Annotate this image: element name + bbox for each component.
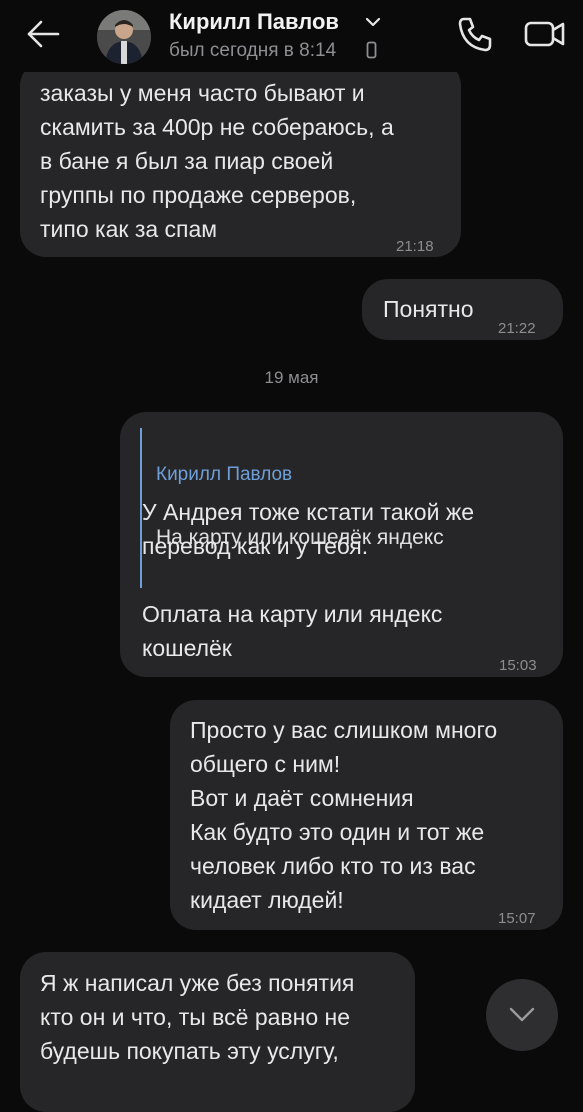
call-button[interactable] xyxy=(455,14,495,54)
message-bubble-outgoing-reply[interactable]: Кирилл Павлов На карту или кошелёк яндек… xyxy=(120,412,563,677)
date-separator: 19 мая xyxy=(264,368,319,387)
avatar-photo-icon xyxy=(97,10,151,64)
scroll-to-bottom-button[interactable] xyxy=(486,979,558,1051)
contact-name[interactable]: Кирилл Павлов xyxy=(169,9,339,35)
message-time: 15:03 xyxy=(499,657,537,674)
message-bubble-incoming[interactable]: заказы у меня часто бывают и скамить за … xyxy=(20,60,461,257)
reply-author: Кирилл Павлов xyxy=(156,464,293,485)
message-bubble-incoming[interactable]: Я ж написал уже без понятия кто он и что… xyxy=(20,952,415,1112)
arrow-left-icon xyxy=(27,20,60,48)
chevron-down-icon[interactable] xyxy=(365,16,381,28)
phone-icon xyxy=(458,17,492,52)
video-call-button[interactable] xyxy=(523,16,567,52)
message-text: Я ж написал уже без понятия кто он и что… xyxy=(40,970,355,1064)
message-time: 21:18 xyxy=(396,238,434,255)
back-button[interactable] xyxy=(24,16,64,52)
avatar[interactable] xyxy=(97,10,151,64)
message-text: заказы у меня часто бывают и скамить за … xyxy=(40,80,394,242)
message-text: Просто у вас слишком много общего с ним!… xyxy=(190,717,498,913)
chevron-down-icon xyxy=(509,1007,535,1022)
video-camera-icon xyxy=(524,21,565,47)
phone-device-icon xyxy=(366,41,377,59)
message-text: Понятно xyxy=(383,296,474,322)
message-bubble-outgoing[interactable]: Просто у вас слишком много общего с ним!… xyxy=(170,700,563,930)
last-seen-status: был сегодня в 8:14 xyxy=(169,40,337,61)
message-time: 15:07 xyxy=(498,910,536,927)
message-time: 21:22 xyxy=(498,320,536,337)
chat-header: Кирилл Павлов был сегодня в 8:14 xyxy=(0,0,583,72)
message-text: У Андрея тоже кстати такой же перевод ка… xyxy=(142,499,475,661)
message-bubble-outgoing[interactable]: Понятно 21:22 xyxy=(362,279,563,340)
